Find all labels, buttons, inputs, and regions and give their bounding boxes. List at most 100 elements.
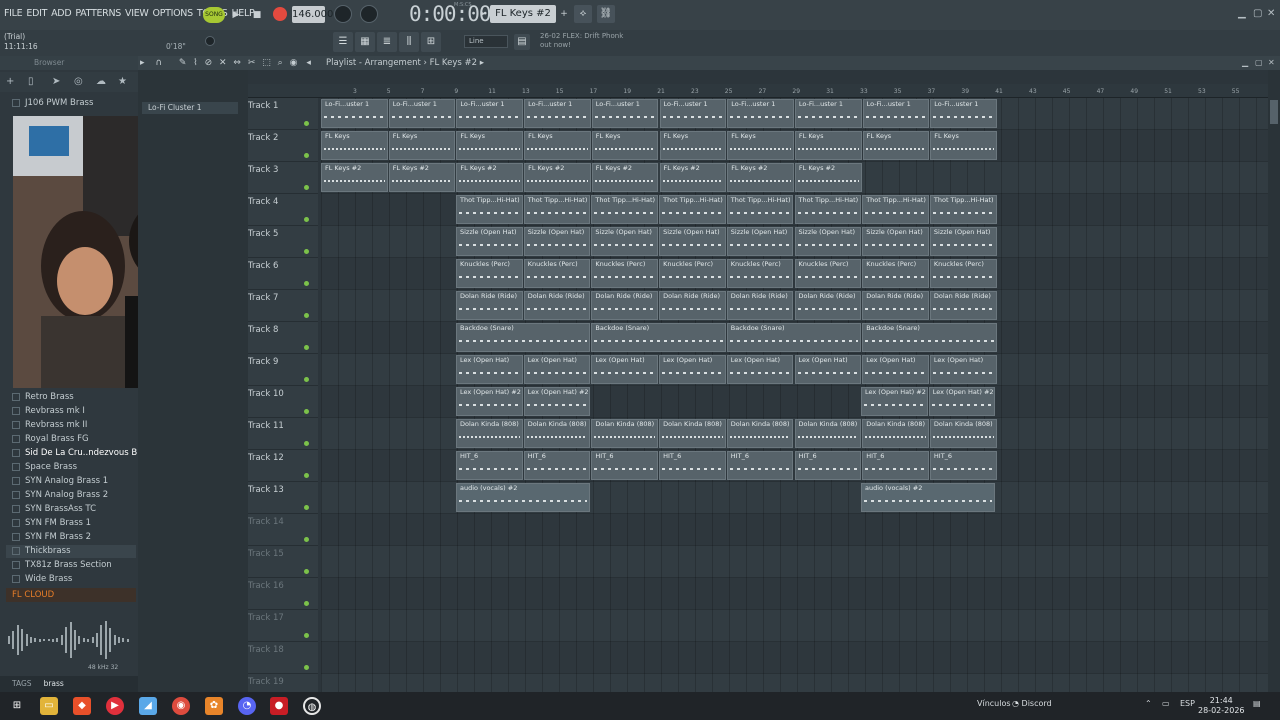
- pattern-clip[interactable]: Knuckles (Perc): [794, 259, 862, 288]
- pattern-selector[interactable]: FL Keys #2: [490, 5, 556, 23]
- pattern-clip[interactable]: Dolan Kinda (808): [929, 419, 997, 448]
- pattern-clip[interactable]: Lex (Open Hat) #2: [523, 387, 591, 416]
- track-mute-led[interactable]: [304, 185, 309, 190]
- pattern-clip[interactable]: Backdoe (Snare): [862, 323, 997, 352]
- pattern-clip[interactable]: Backdoe (Snare): [726, 323, 862, 352]
- pattern-clip[interactable]: Dolan Ride (Ride): [794, 291, 862, 320]
- chrome-icon[interactable]: ◉: [172, 697, 190, 715]
- pattern-clip[interactable]: FL Keys #2: [727, 163, 794, 192]
- discord-icon[interactable]: ◔: [238, 697, 256, 715]
- piano-roll-icon[interactable]: ▦: [355, 32, 375, 52]
- pattern-clip[interactable]: Lex (Open Hat): [591, 355, 659, 384]
- pattern-clip[interactable]: Lex (Open Hat): [862, 355, 929, 384]
- timeline-ruler[interactable]: 3 5 7 9 11 13 15 17 19 21 23 25 27 29 31 33 35 37 39 41 43 45…: [248, 84, 1268, 98]
- pattern-clip[interactable]: Lex (Open Hat): [523, 355, 591, 384]
- browser-item[interactable]: SYN Analog Brass 1: [12, 476, 108, 486]
- pattern-clip[interactable]: Thot Tipp...Hi-Hat): [591, 195, 659, 224]
- delete-icon[interactable]: ⊘: [205, 58, 213, 68]
- playlist-close-icon[interactable]: ✕: [1268, 58, 1275, 67]
- pattern-clip[interactable]: HIT_6: [523, 451, 591, 480]
- track-header[interactable]: Track 5: [248, 226, 318, 258]
- pattern-clip[interactable]: audio (vocals) #2: [456, 483, 591, 512]
- taskbar-clock[interactable]: 21:44 28-02-2026: [1198, 696, 1245, 716]
- pattern-clip[interactable]: Backdoe (Snare): [456, 323, 591, 352]
- pattern-clip[interactable]: Sizzle (Open Hat): [929, 227, 997, 256]
- playlist-minimize-icon[interactable]: ▁: [1242, 58, 1248, 67]
- notifications-icon[interactable]: ▤: [1253, 699, 1261, 708]
- pattern-clip[interactable]: FL Keys #2: [321, 163, 388, 192]
- app-icon[interactable]: ◢: [139, 697, 157, 715]
- vinculos-label[interactable]: Vínculos: [977, 699, 1011, 708]
- pattern-clip[interactable]: Lo-Fi...uster 1: [794, 99, 862, 128]
- menu-patterns[interactable]: PATTERNS: [75, 8, 121, 19]
- flex-news[interactable]: 26-02 FLEX: Drift Phonk out now!: [540, 32, 623, 50]
- browser-item[interactable]: TX81z Brass Section: [12, 560, 112, 570]
- file-explorer-icon[interactable]: ▭: [40, 697, 58, 715]
- stop-icon[interactable]: ■: [250, 8, 264, 22]
- track-mute-led[interactable]: [304, 121, 309, 126]
- track-mute-led[interactable]: [304, 153, 309, 158]
- pattern-clip[interactable]: Dolan Kinda (808): [523, 419, 591, 448]
- track-header[interactable]: Track 2: [248, 130, 318, 162]
- track-header[interactable]: Track 19: [248, 674, 318, 692]
- discord-tray[interactable]: ◔ Discord: [1012, 699, 1052, 708]
- pattern-clip[interactable]: HIT_6: [929, 451, 997, 480]
- menu-view[interactable]: VIEW: [125, 8, 149, 19]
- pattern-clip[interactable]: Dolan Kinda (808): [726, 419, 794, 448]
- pattern-clip[interactable]: HIT_6: [456, 451, 523, 480]
- minimize-icon[interactable]: ▁: [1238, 8, 1246, 19]
- pattern-clip[interactable]: FL Keys: [456, 131, 524, 160]
- browser-item[interactable]: Thickbrass: [12, 546, 71, 556]
- pattern-clip[interactable]: FL Keys: [794, 131, 862, 160]
- pattern-clip[interactable]: Lo-Fi...uster 1: [591, 99, 659, 128]
- pattern-clip[interactable]: Dolan Ride (Ride): [726, 291, 794, 320]
- track-mute-led[interactable]: [304, 377, 309, 382]
- pattern-clip[interactable]: Lex (Open Hat) #2: [456, 387, 523, 416]
- pattern-prev-icon[interactable]: ▸: [476, 7, 490, 21]
- pattern-clip[interactable]: Thot Tipp...Hi-Hat): [523, 195, 591, 224]
- pattern-clip[interactable]: Dolan Ride (Ride): [591, 291, 659, 320]
- pattern-clip[interactable]: FL Keys #2: [659, 163, 727, 192]
- pattern-clip[interactable]: Lex (Open Hat) #2: [928, 387, 996, 416]
- pattern-clip[interactable]: Thot Tipp...Hi-Hat): [794, 195, 862, 224]
- track-mute-led[interactable]: [304, 217, 309, 222]
- tags-label[interactable]: TAGS: [12, 679, 32, 688]
- pattern-clip[interactable]: HIT_6: [659, 451, 726, 480]
- track-mute-led[interactable]: [304, 281, 309, 286]
- back-icon[interactable]: ◂: [306, 58, 311, 68]
- pattern-add-icon[interactable]: +: [557, 7, 571, 21]
- pattern-clip[interactable]: Dolan Kinda (808): [456, 419, 523, 448]
- pattern-clip[interactable]: Lex (Open Hat): [929, 355, 997, 384]
- pattern-clip[interactable]: Backdoe (Snare): [591, 323, 726, 352]
- track-header[interactable]: Track 12: [248, 450, 318, 482]
- vertical-scrollbar[interactable]: [1268, 70, 1280, 692]
- track-header[interactable]: Track 1: [248, 98, 318, 130]
- pattern-clip[interactable]: Sizzle (Open Hat): [862, 227, 929, 256]
- pattern-clip[interactable]: Lex (Open Hat) #2: [861, 387, 928, 416]
- select-icon[interactable]: ⬚: [262, 58, 271, 68]
- slip-icon[interactable]: ⇔: [233, 58, 241, 68]
- browser-arrow-icon[interactable]: ➤: [52, 76, 60, 87]
- song-mode-toggle[interactable]: SONG: [203, 7, 225, 23]
- pattern-clip[interactable]: Dolan Ride (Ride): [456, 291, 523, 320]
- browser-item[interactable]: J106 PWM Brass: [12, 98, 93, 108]
- browser-item[interactable]: SYN FM Brass 1: [12, 518, 91, 528]
- browser-item[interactable]: SYN BrassAss TC: [12, 504, 96, 514]
- mute-icon[interactable]: ✕: [219, 58, 227, 68]
- pattern-clip[interactable]: Dolan Kinda (808): [862, 419, 929, 448]
- brush-icon[interactable]: ⌇: [193, 58, 197, 68]
- pattern-clip[interactable]: FL Keys: [862, 131, 930, 160]
- pattern-clip[interactable]: HIT_6: [591, 451, 659, 480]
- browser-item[interactable]: Space Brass: [12, 462, 77, 472]
- playlist-icon[interactable]: ☰: [333, 32, 353, 52]
- track-header[interactable]: Track 3: [248, 162, 318, 194]
- pattern-clip[interactable]: HIT_6: [862, 451, 929, 480]
- master-pitch-knob[interactable]: [360, 5, 378, 23]
- metronome-icon[interactable]: [334, 5, 352, 23]
- track-header[interactable]: Track 15: [248, 546, 318, 578]
- pattern-clip[interactable]: Knuckles (Perc): [523, 259, 591, 288]
- menu-options[interactable]: OPTIONS: [153, 8, 194, 19]
- track-mute-led[interactable]: [304, 633, 309, 638]
- pattern-clip[interactable]: Knuckles (Perc): [591, 259, 659, 288]
- playlist-maximize-icon[interactable]: ▢: [1255, 58, 1263, 67]
